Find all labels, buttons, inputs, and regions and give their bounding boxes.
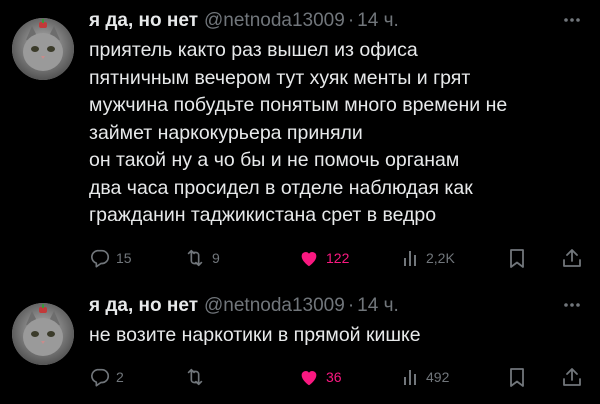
heart-filled-icon bbox=[301, 252, 317, 267]
share-icon bbox=[563, 249, 581, 267]
tweet-text-line: пятничным вечером тут хуяк менты и грят bbox=[89, 66, 471, 89]
tweet-text: приятель както раз вышел из офиса пятнич… bbox=[89, 37, 589, 230]
retweet-count: 9 bbox=[212, 250, 220, 266]
tweet-header: я да, но нет @netnoda13009 · 14 ч. bbox=[89, 8, 399, 34]
tweet-text-line: два часа просидел в отделе наблюдая как bbox=[89, 176, 473, 199]
avatar[interactable] bbox=[12, 18, 74, 80]
tweet-text-line: гражданин таджикистана срет в ведро bbox=[89, 204, 437, 226]
more-icon[interactable] bbox=[562, 12, 582, 28]
tweet-text-line: мужчина побудьте понятым много времени н… bbox=[89, 94, 508, 116]
bookmark-button[interactable] bbox=[507, 365, 527, 389]
retweet-icon bbox=[187, 249, 203, 267]
views-count: 492 bbox=[426, 369, 450, 385]
tweet-text-line: приятель както раз вышел из офиса bbox=[89, 39, 418, 61]
author-display-name[interactable]: я да, но нет bbox=[89, 10, 198, 32]
tweet-text-line: займет наркокурьера приняли bbox=[89, 121, 363, 144]
views-icon bbox=[404, 370, 416, 385]
reply-icon bbox=[91, 368, 110, 387]
views-button[interactable]: 2,2K bbox=[401, 246, 455, 270]
action-bar: 15 9 122 2,2K bbox=[89, 246, 589, 270]
author-display-name[interactable]: я да, но нет bbox=[89, 295, 198, 317]
reply-button[interactable]: 2 bbox=[89, 365, 124, 389]
tweet-text: не возите наркотики в прямой кишке bbox=[89, 322, 589, 350]
tweet[interactable]: я да, но нет @netnoda13009 · 14 ч. не во… bbox=[0, 285, 600, 404]
share-icon bbox=[563, 368, 581, 386]
like-count: 122 bbox=[326, 250, 350, 266]
tweet[interactable]: я да, но нет @netnoda13009 · 14 ч. прият… bbox=[0, 0, 600, 285]
more-icon[interactable] bbox=[562, 297, 582, 313]
share-button[interactable] bbox=[561, 365, 583, 389]
reply-button[interactable]: 15 bbox=[89, 246, 132, 270]
tweet-text-line: он такой ну а чо бы и не помочь органам bbox=[89, 149, 460, 171]
retweet-button[interactable] bbox=[183, 365, 212, 389]
like-button[interactable]: 122 bbox=[297, 246, 349, 270]
author-handle[interactable]: @netnoda13009 bbox=[204, 10, 345, 32]
action-bar: 2 36 492 bbox=[89, 365, 589, 389]
avatar[interactable] bbox=[12, 303, 74, 365]
separator-dot: · bbox=[347, 10, 355, 31]
bookmark-button[interactable] bbox=[507, 246, 527, 270]
share-button[interactable] bbox=[561, 246, 583, 270]
reply-count: 15 bbox=[116, 250, 132, 266]
retweet-icon bbox=[187, 368, 203, 386]
bookmark-icon bbox=[510, 249, 524, 268]
retweet-button[interactable]: 9 bbox=[183, 246, 220, 270]
like-button[interactable]: 36 bbox=[297, 365, 342, 389]
reply-count: 2 bbox=[116, 369, 124, 385]
separator-dot: · bbox=[347, 295, 355, 316]
reply-icon bbox=[91, 249, 110, 268]
heart-filled-icon bbox=[301, 371, 317, 386]
tweet-text-line: не возите наркотики в прямой кишке bbox=[89, 324, 421, 346]
tweet-header: я да, но нет @netnoda13009 · 14 ч. bbox=[89, 293, 399, 319]
views-count: 2,2K bbox=[426, 250, 455, 266]
views-icon bbox=[404, 251, 416, 266]
author-handle[interactable]: @netnoda13009 bbox=[204, 295, 345, 317]
tweet-timestamp[interactable]: 14 ч. bbox=[357, 10, 399, 32]
like-count: 36 bbox=[326, 369, 342, 385]
bookmark-icon bbox=[510, 368, 524, 387]
views-button[interactable]: 492 bbox=[401, 365, 449, 389]
tweet-timestamp[interactable]: 14 ч. bbox=[357, 295, 399, 317]
